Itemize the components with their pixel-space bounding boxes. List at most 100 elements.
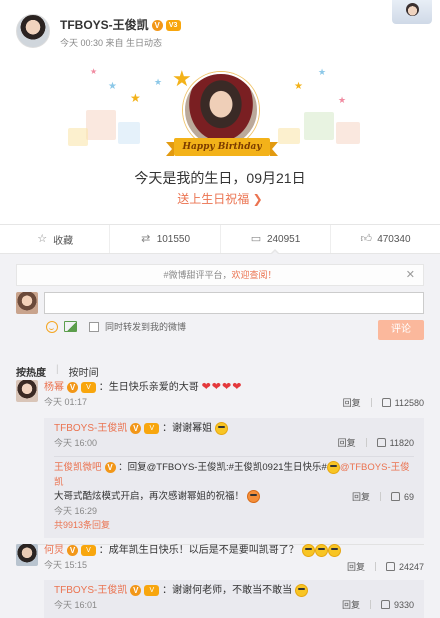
comment-text: ：生日快乐亲爱的大哥 [98, 382, 199, 393]
emoji-icon[interactable] [46, 320, 58, 333]
reply-user[interactable]: TFBOYS-王俊凯 [54, 585, 127, 596]
verified-badge-icon: V [151, 20, 163, 32]
like-button[interactable]: 👍︎ 470340 [331, 225, 440, 253]
sort-hot-tab[interactable]: 按热度 [16, 364, 46, 379]
comment-icon: ▭ [250, 233, 262, 245]
reply-user[interactable]: 王俊凯微吧 [54, 462, 102, 473]
notice-link[interactable]: 欢迎查阅！ [232, 270, 277, 280]
commenter-avatar[interactable] [16, 544, 38, 566]
reply-user[interactable]: TFBOYS-王俊凯 [54, 423, 127, 434]
member-level-icon: V3 [165, 20, 181, 32]
author-name-text[interactable]: TFBOYS-王俊凯 [60, 18, 149, 32]
comment-like-count: 112580 [394, 397, 424, 408]
commenter-name[interactable]: 何炅 [44, 545, 64, 556]
reply-text: ：谢谢何老师，不敢当不敢当 [162, 585, 293, 597]
sort-tabs: 按热度 | 按时间 [16, 364, 99, 379]
composer-tools: 同时转发到我的微博 [46, 320, 186, 333]
star-icon: ★ [338, 95, 347, 105]
reply-time: 今天 16:29 [54, 506, 98, 517]
verified-badge-icon: V [67, 381, 78, 393]
cool-emoji-icon [214, 422, 228, 435]
reply-item: TFBOYS-王俊凯 V V ：谢谢何老师，不敢当不敢当 今天 16:01 回复 9… [54, 584, 414, 614]
verified-badge-icon: V [130, 585, 142, 596]
heart-emoji-icon: ❤❤❤❤ [201, 381, 243, 393]
birthday-card: ★ ★ ★ ★ ★ ★ ★ ★ ★ Happy Birthday 今天是我的生日… [0, 58, 440, 218]
send-wishes-link[interactable]: 送上生日祝福 ❯ [0, 190, 440, 207]
comment-like-count: 24247 [398, 561, 424, 572]
commenter-avatar[interactable] [16, 380, 38, 402]
author-avatar[interactable] [16, 14, 50, 48]
my-avatar [16, 292, 38, 314]
favorite-button[interactable]: ☆ 收藏 [0, 225, 111, 253]
reply-item: TFBOYS-王俊凯 V V ：谢谢幂姐 今天 16:00 回复 11820 [54, 422, 414, 452]
like-count: 470340 [377, 233, 411, 245]
thumbs-up-icon[interactable] [376, 438, 386, 447]
thumbs-up-icon[interactable] [385, 562, 395, 571]
member-level-icon: V [81, 381, 96, 393]
reply-like-count: 69 [403, 491, 414, 502]
laugh-emoji-icon [246, 490, 260, 503]
thumbs-up-icon[interactable] [390, 492, 400, 501]
cool-emoji-icon [326, 460, 340, 474]
action-bar: ☆ 收藏 ⇄ 101550 ▭ 240951 👍︎ 470340 [0, 224, 440, 255]
favorite-label: 收藏 [53, 235, 74, 247]
reply-button[interactable]: 回复 [343, 396, 361, 409]
happy-birthday-ribbon: Happy Birthday [166, 138, 278, 156]
reply-button[interactable]: 回复 [352, 490, 370, 503]
star-icon: ★ [172, 66, 192, 91]
repost-count: 101550 [156, 233, 191, 245]
reply-text: ：回复@TFBOYS-王俊凯:#王俊凯0921生日快乐# [118, 462, 327, 473]
birthday-illustration: ★ ★ ★ ★ ★ ★ ★ ★ ★ Happy Birthday [68, 62, 374, 160]
laugh-emoji-icon [294, 584, 308, 597]
reply-button[interactable]: 回复 [342, 598, 360, 611]
star-outline-icon: ☆ [37, 233, 48, 245]
reply-list: TFBOYS-王俊凯 V V ：谢谢何老师，不敢当不敢当 今天 16:01 回复 9… [44, 580, 424, 618]
sort-time-tab[interactable]: 按时间 [69, 364, 99, 379]
reply-button[interactable]: 回复 [338, 436, 356, 449]
grin-emoji-icon [301, 544, 315, 557]
member-level-icon: V [144, 585, 160, 596]
reply-button[interactable]: 回复 [347, 560, 365, 573]
comment-count: 240951 [266, 233, 301, 245]
sync-label: 同时转发到我的微博 [105, 322, 187, 332]
reply-like-count: 11820 [389, 437, 414, 448]
post-header: TFBOYS-王俊凯 V V3 今天 00:30 来自 生日动态 [0, 0, 440, 58]
verified-badge-icon: V [67, 545, 78, 556]
comment-item: 何炅 V V ：成年凯生日快乐！以后是不是要叫凯哥了？ 今天 15:15 回复 24… [16, 544, 424, 584]
thumbs-up-icon[interactable] [381, 398, 391, 407]
reply-item: 王俊凯微吧 V ：回复@TFBOYS-王俊凯:#王俊凯0921生日快乐# @TFBO… [54, 460, 414, 516]
reply-text: ：谢谢幂姐 [162, 423, 213, 435]
reply-list: TFBOYS-王俊凯 V V ：谢谢幂姐 今天 16:00 回复 11820 王俊凯… [44, 418, 424, 538]
grin-emoji-icon [327, 544, 341, 557]
comment-text: ：成年凯生日快乐！以后是不是要叫凯哥了？ [98, 545, 299, 557]
comment-ops: 回复 24247 [347, 560, 424, 573]
comment-button[interactable]: ▭ 240951 [221, 225, 331, 255]
star-icon: ★ [154, 77, 163, 87]
repost-button[interactable]: ⇄ 101550 [110, 225, 221, 253]
author-name[interactable]: TFBOYS-王俊凯 V V3 [60, 16, 181, 33]
reply-like-count: 9330 [393, 599, 414, 610]
repost-icon: ⇄ [141, 233, 151, 245]
commenter-name[interactable]: 杨幂 [44, 382, 64, 393]
thumbs-up-icon: 👍︎ [360, 233, 372, 245]
star-icon: ★ [108, 81, 117, 92]
sync-checkbox[interactable] [89, 321, 99, 332]
comment-section: #微博甜评平台，欢迎查阅！ ✕ 同时转发到我的微博 评论 按热度 | 按时间 杨… [0, 254, 440, 618]
reply-text-line2: 大哥式酷炫模式开启，再次感谢幂姐的祝福！ [54, 491, 245, 503]
submit-comment-button[interactable]: 评论 [378, 320, 424, 340]
star-icon: ★ [294, 81, 303, 92]
comment-input[interactable] [44, 292, 424, 314]
member-level-icon: V [81, 545, 96, 556]
reply-ops: 回复 69 [352, 490, 414, 503]
corner-avatar[interactable] [392, 0, 432, 24]
more-replies-link[interactable]: 共9913条回复 [54, 518, 110, 531]
thumbs-up-icon[interactable] [380, 600, 390, 609]
birthday-text: 今天是我的生日，09月21日 [134, 170, 306, 186]
image-icon[interactable] [64, 321, 77, 332]
star-icon: ★ [90, 67, 98, 76]
close-icon[interactable]: ✕ [406, 265, 415, 285]
reply-ops: 回复 11820 [338, 436, 414, 449]
birthday-avatar [183, 72, 259, 148]
notice-bar: #微博甜评平台，欢迎查阅！ ✕ [16, 264, 424, 286]
star-icon: ★ [318, 67, 327, 77]
